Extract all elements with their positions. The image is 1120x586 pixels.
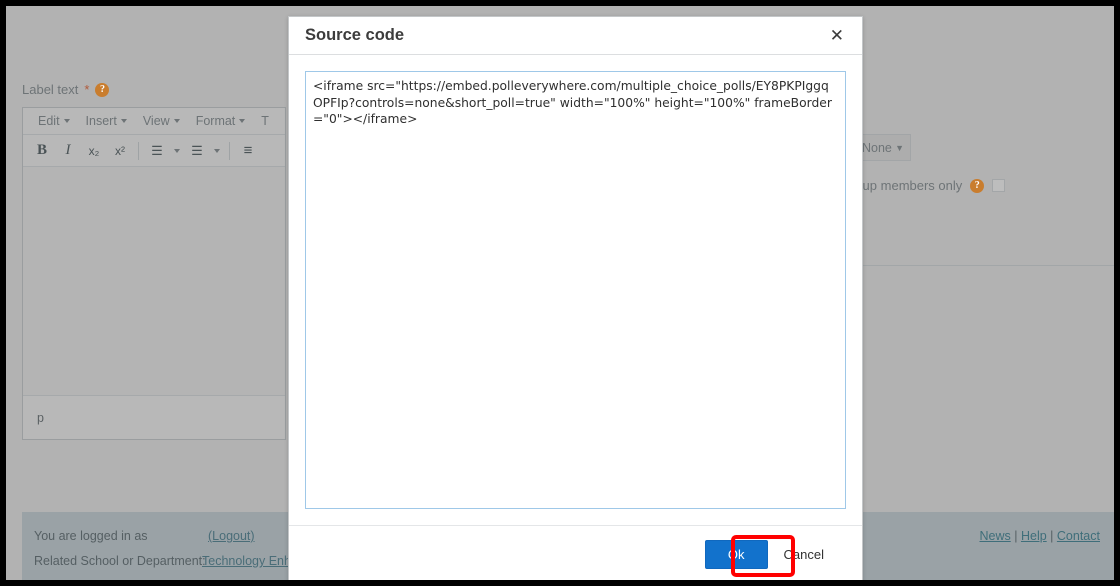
menu-item-tools[interactable]: T (254, 111, 276, 131)
subscript-button[interactable]: x₂ (81, 138, 107, 164)
none-select-value: None (862, 141, 892, 155)
background-page: Label text * ? Edit Insert View (6, 6, 1114, 580)
align-left-button[interactable]: ≡ (235, 138, 261, 164)
chevron-down-icon (174, 119, 180, 123)
menu-item-view[interactable]: View (136, 111, 187, 131)
related-department-label: Related School or Department: (34, 554, 206, 568)
chevron-down-icon (64, 119, 70, 123)
required-marker: * (84, 82, 89, 97)
editor-statusbar: p (23, 395, 285, 439)
close-icon[interactable]: ✕ (826, 25, 848, 46)
footer-links: News | Help | Contact (979, 529, 1100, 543)
toolbar-separator (229, 142, 230, 160)
logged-in-text: You are logged in as (34, 529, 148, 543)
link-separator: | (1050, 529, 1053, 543)
help-icon[interactable]: ? (970, 179, 984, 193)
source-code-textarea[interactable] (305, 71, 846, 509)
dialog-header: Source code ✕ (289, 17, 862, 55)
cancel-button[interactable]: Cancel (780, 541, 828, 568)
none-select[interactable]: None ▼ (855, 134, 911, 161)
group-members-only-checkbox[interactable] (992, 179, 1005, 192)
help-icon[interactable]: ? (95, 83, 109, 97)
section-divider (861, 265, 1114, 266)
numbered-list-chevron-down-icon[interactable] (210, 138, 224, 164)
link-separator: | (1014, 529, 1017, 543)
element-path: p (37, 411, 44, 425)
help-link[interactable]: Help (1021, 529, 1047, 543)
dialog-body (289, 55, 862, 525)
menu-item-insert[interactable]: Insert (79, 111, 134, 131)
logout-link[interactable]: (Logout) (208, 529, 255, 543)
chevron-down-icon (239, 119, 245, 123)
rich-text-editor: Edit Insert View Format T (22, 107, 286, 440)
bullet-list-chevron-down-icon[interactable] (170, 138, 184, 164)
related-department-link[interactable]: Technology Enh (202, 554, 291, 568)
italic-button[interactable]: I (55, 138, 81, 164)
menu-label: Insert (86, 114, 117, 128)
source-code-dialog: Source code ✕ Ok Cancel (288, 16, 863, 580)
screenshot-frame: Label text * ? Edit Insert View (0, 0, 1120, 586)
superscript-button[interactable]: x² (107, 138, 133, 164)
label-text-field-header: Label text * ? (22, 82, 109, 97)
bullet-list-button[interactable]: ☰ (144, 138, 170, 164)
label-text-caption: Label text (22, 82, 78, 97)
editor-menubar: Edit Insert View Format T (23, 108, 285, 135)
menu-label: Edit (38, 114, 60, 128)
dialog-footer: Ok Cancel (289, 525, 862, 580)
group-members-only-label: roup members only (851, 178, 962, 193)
menu-label: T (261, 114, 269, 128)
menu-item-edit[interactable]: Edit (31, 111, 77, 131)
contact-link[interactable]: Contact (1057, 529, 1100, 543)
editor-toolbar: B I x₂ x² ☰ ☰ ≡ (23, 135, 285, 167)
bold-button[interactable]: B (29, 138, 55, 164)
chevron-down-icon: ▼ (895, 143, 904, 153)
toolbar-separator (138, 142, 139, 160)
chevron-down-icon (121, 119, 127, 123)
menu-item-format[interactable]: Format (189, 111, 253, 131)
dialog-title: Source code (305, 26, 404, 45)
ok-button[interactable]: Ok (705, 540, 768, 569)
numbered-list-button[interactable]: ☰ (184, 138, 210, 164)
news-link[interactable]: News (979, 529, 1010, 543)
menu-label: View (143, 114, 170, 128)
menu-label: Format (196, 114, 236, 128)
editor-content-area[interactable] (23, 167, 285, 395)
group-members-only-row: roup members only ? (851, 178, 1005, 193)
